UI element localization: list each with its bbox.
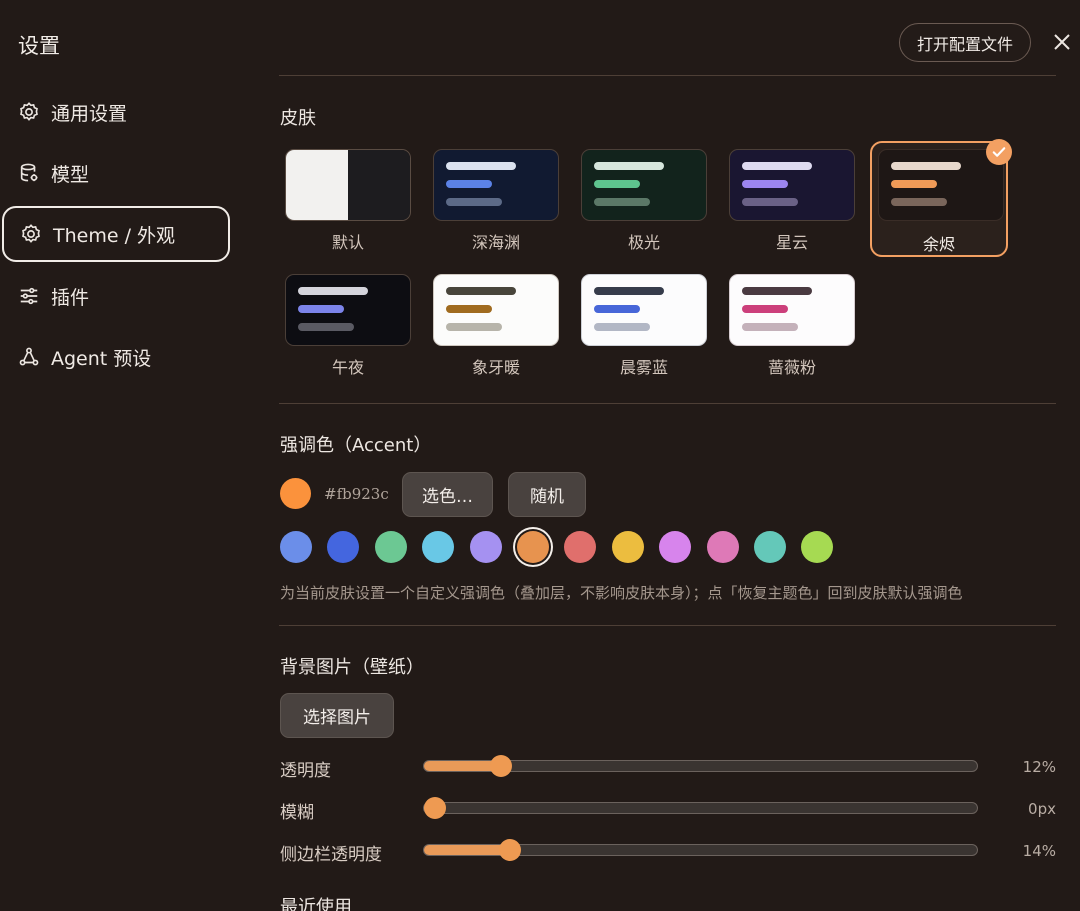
skin-name: 星云 <box>775 233 808 252</box>
sidebar-opacity-slider-label: 侧边栏透明度 <box>280 845 382 865</box>
accent-swatch[interactable] <box>422 531 455 563</box>
blur-value: 0px <box>1028 800 1056 818</box>
skin-preview <box>433 149 559 221</box>
skin-card-aurora[interactable]: 极光 <box>578 146 720 264</box>
accent-swatch[interactable] <box>517 531 549 563</box>
divider <box>279 75 1056 76</box>
accent-swatch[interactable] <box>801 531 834 563</box>
skin-name: 深海渊 <box>471 233 520 252</box>
skin-preview <box>285 274 411 346</box>
sidebar-item-label: 模型 <box>51 163 90 186</box>
background-section-title: 背景图片（壁纸） <box>280 657 424 678</box>
blur-slider-label: 模糊 <box>280 803 314 823</box>
skin-card-rose[interactable]: 蔷薇粉 <box>726 271 868 389</box>
skin-preview <box>285 149 411 221</box>
sidebar-opacity-value: 14% <box>1022 842 1056 860</box>
slider-handle[interactable] <box>490 755 512 777</box>
gear-icon <box>20 223 42 245</box>
skin-card-nebula[interactable]: 星云 <box>726 146 868 264</box>
skin-card-morning-blue[interactable]: 晨雾蓝 <box>578 271 720 389</box>
accent-swatch[interactable] <box>564 531 597 563</box>
divider <box>279 625 1056 626</box>
slider-handle[interactable] <box>499 839 521 861</box>
skin-preview <box>581 149 707 221</box>
accent-hint-text: 为当前皮肤设置一个自定义强调色（叠加层，不影响皮肤本身）；点「恢复主题色」回到皮… <box>280 584 963 602</box>
sidebar: 设置 通用设置 模型 Theme / 外观 插件 Agent 预设 <box>0 0 240 911</box>
accent-swatch[interactable] <box>280 531 312 563</box>
sidebar-item-agent-presets[interactable]: Agent 预设 <box>2 329 230 385</box>
opacity-slider[interactable] <box>423 755 978 777</box>
accent-section-title: 强调色（Accent） <box>280 435 432 456</box>
skin-preview <box>433 274 559 346</box>
sliders-icon <box>18 285 40 307</box>
sidebar-item-label: Theme / 外观 <box>53 224 176 247</box>
gear-icon <box>18 101 40 123</box>
accent-swatch[interactable] <box>469 531 502 563</box>
opacity-value: 12% <box>1022 758 1056 776</box>
slider-fill <box>424 845 510 855</box>
skin-name: 极光 <box>627 233 660 252</box>
skin-card-deep-sea[interactable]: 深海渊 <box>430 146 572 264</box>
skin-card-ivory[interactable]: 象牙暖 <box>430 271 572 389</box>
skin-preview <box>729 149 855 221</box>
sidebar-item-general[interactable]: 通用设置 <box>2 84 230 140</box>
accent-swatch[interactable] <box>611 531 644 563</box>
skin-preview <box>729 274 855 346</box>
skin-preview <box>581 274 707 346</box>
close-icon[interactable] <box>1048 28 1076 56</box>
database-icon <box>18 162 40 184</box>
skin-card-midnight[interactable]: 午夜 <box>282 271 424 389</box>
pick-color-button[interactable]: 选色… <box>402 472 493 517</box>
sidebar-opacity-slider[interactable] <box>423 839 978 861</box>
skin-name: 午夜 <box>331 358 364 377</box>
sidebar-item-label: 通用设置 <box>51 102 128 125</box>
accent-swatch[interactable] <box>754 531 786 563</box>
check-icon <box>986 139 1012 165</box>
skin-name: 蔷薇粉 <box>767 358 816 377</box>
skins-section-title: 皮肤 <box>280 108 316 129</box>
sidebar-item-theme[interactable]: Theme / 外观 <box>2 206 230 262</box>
skin-name: 默认 <box>331 233 364 252</box>
blur-slider[interactable] <box>423 797 978 819</box>
sidebar-item-label: 插件 <box>51 286 90 309</box>
skin-card-default[interactable]: 默认 <box>282 146 424 264</box>
accent-swatch[interactable] <box>706 531 739 563</box>
opacity-slider-label: 透明度 <box>280 761 331 781</box>
slider-handle[interactable] <box>424 797 446 819</box>
sidebar-item-models[interactable]: 模型 <box>2 145 230 201</box>
nodes-icon <box>18 346 40 368</box>
skin-name: 象牙暖 <box>471 358 520 377</box>
open-config-button[interactable]: 打开配置文件 <box>899 23 1031 62</box>
accent-hex-value: #fb923c <box>324 485 389 503</box>
app-title: 设置 <box>18 34 60 58</box>
sidebar-item-plugins[interactable]: 插件 <box>2 268 230 324</box>
skin-preview <box>878 149 1004 221</box>
recent-section-title: 最近使用 <box>280 897 352 911</box>
divider <box>279 403 1056 404</box>
accent-swatch[interactable] <box>374 531 407 563</box>
accent-current-swatch <box>280 478 311 509</box>
choose-image-button[interactable]: 选择图片 <box>280 693 394 738</box>
skin-name: 余烬 <box>922 235 955 254</box>
skin-name: 晨雾蓝 <box>619 358 668 377</box>
random-color-button[interactable]: 随机 <box>508 472 586 517</box>
accent-swatch[interactable] <box>659 531 692 563</box>
sidebar-item-label: Agent 预设 <box>51 347 152 370</box>
accent-swatch[interactable] <box>327 531 360 563</box>
